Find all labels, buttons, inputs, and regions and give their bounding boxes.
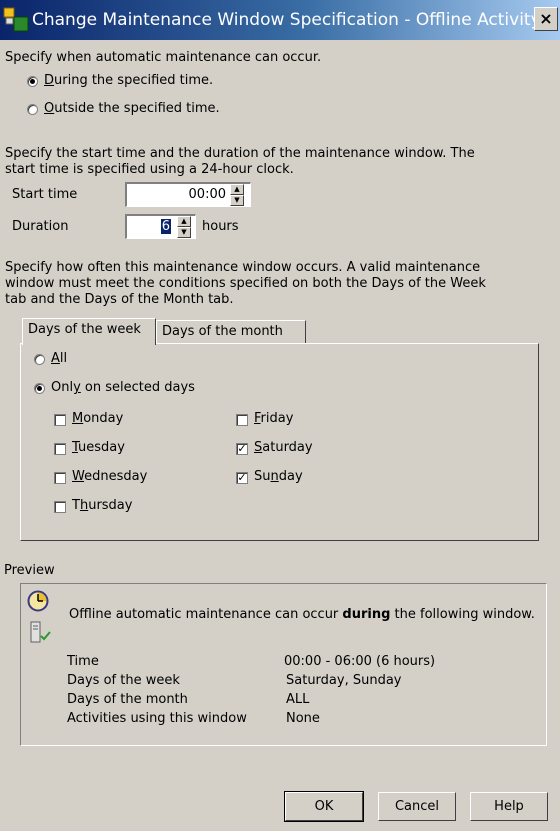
time-prompt-line1: Specify the start time and the duration …	[5, 146, 475, 161]
checkbox-thursday-box[interactable]	[54, 501, 66, 513]
help-button[interactable]: Help	[470, 792, 548, 821]
radio-only-label: Only on selected days	[51, 380, 195, 395]
checkbox-wednesday-label: Wednesday	[72, 469, 148, 484]
checkbox-friday[interactable]: Friday	[236, 411, 386, 429]
checkbox-tuesday-box[interactable]	[54, 443, 66, 455]
checkbox-sunday-label: Sunday	[254, 469, 303, 484]
spin-up-icon[interactable]: ▲	[177, 216, 191, 227]
preview-time-label: Time	[67, 654, 99, 669]
start-time-label: Start time	[12, 187, 78, 202]
checkbox-saturday[interactable]: ✓ Saturday	[236, 440, 386, 458]
frequency-line1: Specify how often this maintenance windo…	[5, 260, 481, 275]
maintenance-window-icon	[3, 7, 29, 32]
radio-all-indicator[interactable]	[34, 354, 45, 365]
preview-panel: Offline automatic maintenance can occur …	[20, 583, 547, 746]
radio-only-indicator[interactable]	[34, 383, 45, 394]
checkbox-friday-label: Friday	[254, 411, 294, 426]
radio-outside[interactable]: Outside the specified time.	[27, 101, 287, 119]
radio-all-label: All	[51, 351, 68, 366]
checkbox-monday[interactable]: Monday	[54, 411, 204, 429]
ok-button[interactable]: OK	[284, 791, 364, 822]
device-check-icon	[30, 621, 51, 643]
radio-outside-label: Outside the specified time.	[44, 101, 220, 116]
preview-dom-value: ALL	[286, 692, 310, 707]
radio-only-selected[interactable]: Only on selected days	[34, 380, 254, 398]
spin-up-icon[interactable]: ▲	[230, 184, 244, 195]
spin-down-icon[interactable]: ▼	[230, 195, 244, 206]
frequency-line2: window must meet the conditions specifie…	[5, 276, 486, 291]
checkbox-friday-box[interactable]	[236, 414, 248, 426]
preview-label: Preview	[4, 563, 55, 578]
duration-unit: hours	[202, 219, 239, 234]
checkbox-sunday-box[interactable]: ✓	[236, 472, 248, 484]
checkbox-wednesday[interactable]: Wednesday	[54, 469, 204, 487]
days-of-week-panel: All Only on selected days Monday Tuesday…	[20, 343, 539, 541]
checkbox-sunday[interactable]: ✓ Sunday	[236, 469, 386, 487]
checkbox-monday-label: Monday	[72, 411, 124, 426]
checkbox-wednesday-box[interactable]	[54, 472, 66, 484]
close-button[interactable]: ×	[534, 7, 558, 31]
checkbox-thursday[interactable]: Thursday	[54, 498, 204, 516]
checkbox-saturday-label: Saturday	[254, 440, 313, 455]
frequency-line3: tab and the Days of the Month tab.	[5, 292, 234, 307]
checkbox-saturday-box[interactable]: ✓	[236, 443, 248, 455]
checkbox-monday-box[interactable]	[54, 414, 66, 426]
radio-during[interactable]: During the specified time.	[27, 73, 287, 91]
start-time-spinner[interactable]: ▲ ▼	[230, 184, 244, 206]
preview-sentence: Offline automatic maintenance can occur …	[69, 607, 535, 622]
duration-spinner[interactable]: ▲ ▼	[177, 216, 191, 238]
radio-during-label: During the specified time.	[44, 73, 214, 88]
tab-days-of-week[interactable]: Days of the week	[22, 318, 156, 345]
tab-days-of-month[interactable]: Days of the month	[156, 320, 306, 344]
time-prompt-line2: start time is specified using a 24-hour …	[5, 162, 294, 177]
window-title: Change Maintenance Window Specification …	[32, 10, 541, 30]
when-prompt: Specify when automatic maintenance can o…	[5, 50, 322, 65]
duration-label: Duration	[12, 219, 69, 234]
preview-dow-label: Days of the week	[67, 673, 180, 688]
preview-activities-value: None	[286, 711, 320, 726]
clock-icon	[27, 590, 49, 612]
checkbox-tuesday-label: Tuesday	[72, 440, 125, 455]
cancel-button[interactable]: Cancel	[378, 792, 456, 821]
preview-activities-label: Activities using this window	[67, 711, 247, 726]
preview-dow-value: Saturday, Sunday	[286, 673, 402, 688]
title-bar: Change Maintenance Window Specification …	[0, 0, 560, 40]
spin-down-icon[interactable]: ▼	[177, 227, 191, 238]
preview-time-value: 00:00 - 06:00 (6 hours)	[284, 654, 436, 669]
checkbox-tuesday[interactable]: Tuesday	[54, 440, 204, 458]
preview-dom-label: Days of the month	[67, 692, 188, 707]
checkbox-thursday-label: Thursday	[72, 498, 133, 513]
radio-during-indicator[interactable]	[27, 76, 38, 87]
radio-outside-indicator[interactable]	[27, 104, 38, 115]
radio-all[interactable]: All	[34, 351, 154, 369]
